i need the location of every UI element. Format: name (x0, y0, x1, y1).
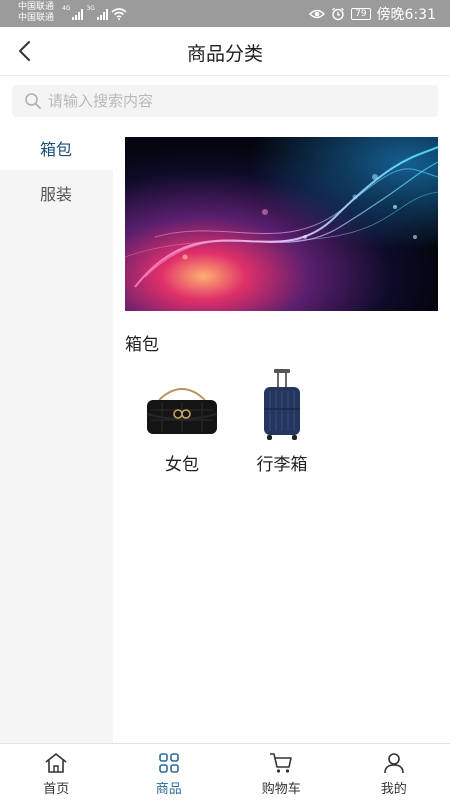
sidebar-item-label: 箱包 (40, 139, 73, 159)
tab-products[interactable]: 商品 (113, 744, 226, 800)
home-icon (45, 753, 67, 773)
sidebar-item-bags[interactable]: 箱包 (0, 125, 113, 170)
signal-icon-2 (96, 9, 108, 20)
product-thumbnail (227, 365, 337, 445)
title-bar: 商品分类 (0, 27, 450, 76)
handbag-icon (146, 388, 218, 434)
cart-icon (270, 753, 293, 773)
sidebar-item-clothing[interactable]: 服装 (0, 170, 113, 215)
network-indicators: 4G 3G (62, 6, 127, 20)
status-bar: 中国联通 中国联通 4G 3G 79 傍晚6:31 (0, 0, 450, 27)
category-content: 箱包 女包 行李箱 (113, 125, 450, 743)
promo-banner[interactable] (125, 137, 438, 311)
banner-image (125, 137, 438, 311)
signal-icon (72, 9, 84, 20)
clock: 傍晚6:31 (376, 6, 436, 23)
tab-profile[interactable]: 我的 (338, 744, 450, 800)
carrier-2: 中国联通 (18, 13, 55, 23)
tab-cart[interactable]: 购物车 (225, 744, 338, 800)
bottom-tab-bar: 首页 商品 购物车 我的 (0, 743, 450, 800)
tab-home[interactable]: 首页 (0, 744, 113, 800)
sidebar-item-label: 服装 (40, 184, 73, 204)
alarm-icon (332, 7, 345, 20)
search-bar[interactable] (12, 85, 438, 117)
product-item-suitcase[interactable]: 行李箱 (227, 365, 337, 475)
product-item-handbag[interactable]: 女包 (127, 365, 237, 475)
tab-label: 我的 (380, 782, 407, 797)
search-input[interactable] (48, 92, 408, 110)
tab-label: 首页 (43, 782, 70, 797)
user-icon (383, 753, 404, 774)
grid-icon (158, 753, 179, 773)
search-icon (25, 93, 41, 109)
tab-label: 购物车 (261, 782, 301, 797)
product-name: 行李箱 (256, 455, 308, 475)
product-name: 女包 (165, 455, 199, 475)
wifi-icon (111, 8, 127, 20)
section-title: 箱包 (125, 335, 159, 355)
carrier-1: 中国联通 (18, 2, 55, 12)
battery-icon: 79 (351, 7, 371, 20)
carrier-info: 中国联通 中国联通 (18, 2, 54, 24)
network-type-1: 4G (62, 5, 71, 12)
network-type-2: 3G (86, 5, 95, 12)
product-thumbnail (127, 365, 237, 445)
suitcase-icon (264, 369, 300, 440)
page-title: 商品分类 (186, 43, 263, 65)
tab-label: 商品 (155, 782, 182, 797)
category-sidebar: 箱包 服装 (0, 125, 113, 743)
eye-icon (309, 9, 326, 18)
status-right: 79 傍晚6:31 (309, 0, 436, 27)
